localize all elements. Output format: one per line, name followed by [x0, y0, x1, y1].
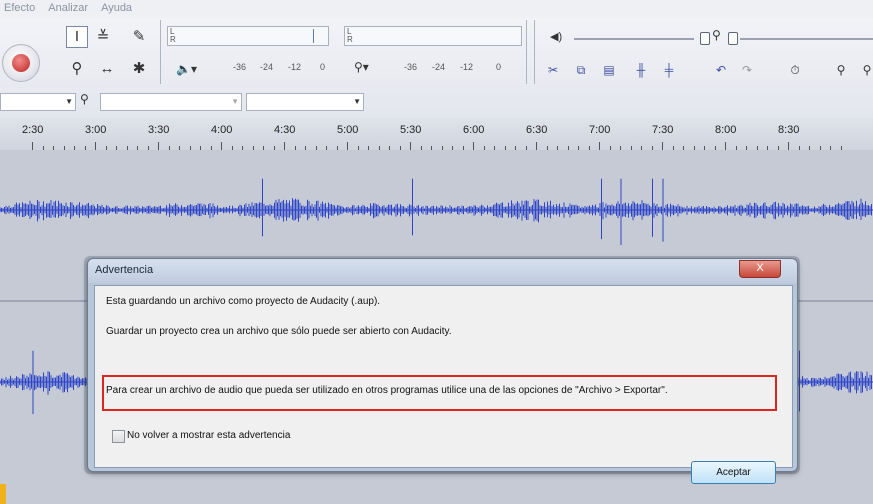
scale-tick: -36	[233, 62, 247, 72]
menu-ayuda[interactable]: Ayuda	[97, 0, 138, 14]
timeline-label: 3:00	[85, 124, 107, 136]
timeline-label: 8:00	[715, 124, 737, 136]
input-device-select[interactable]: ▼	[100, 93, 242, 111]
toolbar-separator	[534, 20, 535, 84]
selection-tool-icon[interactable]: I	[66, 26, 88, 48]
output-volume-knob[interactable]	[700, 32, 710, 45]
timeline-label: 7:30	[652, 124, 674, 136]
timeline-tick	[599, 142, 600, 150]
chevron-down-icon: ▼	[231, 97, 239, 106]
corner-accent	[0, 484, 6, 504]
silence-icon[interactable]: ╪	[660, 62, 678, 78]
timeline-tick	[95, 142, 96, 150]
envelope-tool-icon[interactable]: ≚	[92, 26, 114, 48]
paste-icon[interactable]: ▤	[600, 62, 618, 78]
multi-tool-icon[interactable]: ✱	[128, 58, 150, 80]
toolbar: I ≚ ✎ ⚲ ↔ ✱ L R 🔈▾ -36 -24 -12 0 L R ⚲▾ …	[0, 18, 873, 119]
scale-tick: -12	[288, 62, 302, 72]
timeline-tick	[410, 142, 411, 150]
toolbar-separator	[160, 20, 161, 84]
time-shift-tool-icon[interactable]: ↔	[96, 58, 118, 80]
scale-tick: -12	[460, 62, 474, 72]
message-line-3: Para crear un archivo de audio que pueda…	[106, 385, 668, 396]
speaker-icon[interactable]: 🔈▾	[176, 62, 197, 76]
timeline-label: 6:30	[526, 124, 548, 136]
timeline-label: 4:00	[211, 124, 233, 136]
timeline-tick	[221, 142, 222, 150]
timeline-label: 5:30	[400, 124, 422, 136]
timeline-tick	[473, 142, 474, 150]
zoom-in-icon[interactable]: ⚲	[832, 62, 850, 78]
dialog-body: Esta guardando un archivo como proyecto …	[94, 285, 793, 484]
scale-tick: 0	[320, 62, 326, 72]
input-volume-slider[interactable]	[740, 38, 873, 40]
meter-r-label: R	[170, 35, 176, 44]
record-scale: -36 -24 -12 0	[398, 62, 518, 74]
scale-tick: -24	[432, 62, 446, 72]
dialog-titlebar[interactable]: Advertencia X	[88, 259, 797, 283]
meter-r-label: R	[347, 35, 353, 44]
sync-lock-icon[interactable]: ⏱	[786, 62, 804, 78]
dialog-title: Advertencia	[95, 264, 154, 276]
copy-icon[interactable]: ⧉	[572, 62, 590, 78]
microphone-icon[interactable]: ⚲▾	[354, 60, 369, 74]
timeline-tick	[536, 142, 537, 150]
scale-tick: -24	[260, 62, 274, 72]
timeline-label: 3:30	[148, 124, 170, 136]
timeline-label: 5:00	[337, 124, 359, 136]
zoom-tool-icon[interactable]: ⚲	[66, 58, 88, 80]
toolbar-separator	[526, 20, 527, 84]
record-button[interactable]	[2, 44, 40, 82]
cut-icon[interactable]: ✂	[544, 62, 562, 78]
scale-tick: 0	[496, 62, 502, 72]
record-meter[interactable]: L R	[344, 26, 522, 46]
waveform-path	[0, 178, 872, 245]
timeline-label: 2:30	[22, 124, 44, 136]
input-mic-icon: ⚲	[712, 28, 721, 42]
menu-analizar[interactable]: Analizar	[44, 0, 94, 14]
menu-bar: Efecto Analizar Ayuda	[0, 0, 873, 19]
host-select[interactable]: ▼	[0, 93, 76, 111]
close-button[interactable]: X	[739, 260, 781, 278]
message-line-2: Guardar un proyecto crea un archivo que …	[106, 326, 452, 337]
timeline-tick	[158, 142, 159, 150]
timeline-tick	[725, 142, 726, 150]
playback-meter[interactable]: L R	[167, 26, 329, 46]
draw-tool-icon[interactable]: ✎	[128, 26, 150, 48]
undo-icon[interactable]: ↶	[712, 62, 730, 78]
meter-peak-marker	[313, 29, 314, 43]
audacity-window: Efecto Analizar Ayuda I ≚ ✎ ⚲ ↔ ✱ L R 🔈▾…	[0, 0, 873, 504]
trim-icon[interactable]: ╫	[632, 62, 650, 78]
timeline-tick	[284, 142, 285, 150]
device-mic-icon: ⚲	[80, 92, 89, 106]
chevron-down-icon: ▼	[353, 97, 361, 106]
redo-icon[interactable]: ↷	[738, 62, 756, 78]
menu-efecto[interactable]: Efecto	[0, 0, 41, 14]
timeline-tick	[662, 142, 663, 150]
accept-button[interactable]: Aceptar	[691, 461, 776, 484]
scale-tick: -36	[404, 62, 418, 72]
timeline-tick	[788, 142, 789, 150]
dont-show-label[interactable]: No volver a mostrar esta advertencia	[127, 430, 290, 441]
record-icon	[12, 54, 30, 72]
output-volume-slider[interactable]	[574, 38, 694, 40]
message-line-1: Esta guardando un archivo como proyecto …	[106, 296, 381, 307]
chevron-down-icon: ▼	[65, 97, 73, 106]
dont-show-checkbox[interactable]	[112, 430, 125, 443]
channels-select[interactable]: ▼	[246, 93, 364, 111]
warning-dialog: Advertencia X Esta guardando un archivo …	[87, 258, 798, 484]
input-volume-knob[interactable]	[728, 32, 738, 45]
output-volume-icon: ◀)	[550, 31, 563, 43]
timeline-tick	[32, 142, 33, 150]
timeline-tick	[347, 142, 348, 150]
playback-scale: -36 -24 -12 0	[228, 62, 338, 74]
timeline-label: 7:00	[589, 124, 611, 136]
zoom-out-icon[interactable]: ⚲	[858, 62, 873, 78]
timeline-label: 6:00	[463, 124, 485, 136]
timeline-label: 4:30	[274, 124, 296, 136]
timeline-label: 8:30	[778, 124, 800, 136]
timeline-ruler[interactable]: 2:30 3:00 3:30 4:00 4:30 5:00 5:30 6:00 6:30 7:00…	[0, 118, 873, 151]
